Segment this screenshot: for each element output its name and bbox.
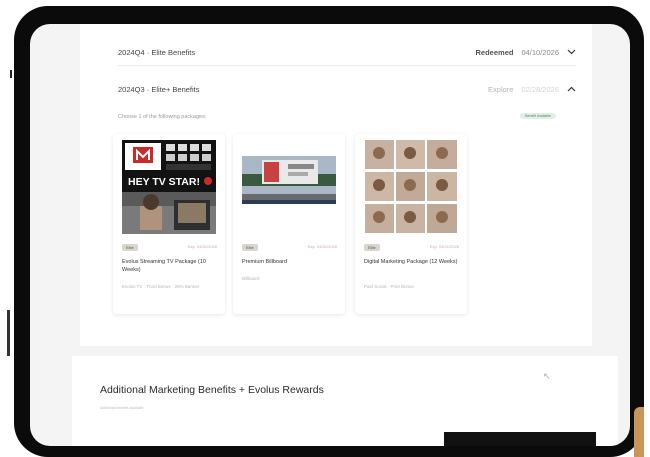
package-expiry: Exp. 03/31/2026 <box>429 244 459 249</box>
explore-date: 02/28/2026 <box>521 84 559 94</box>
benefit-badge: Benefit Available <box>520 113 556 119</box>
benefit-row-2024q4[interactable]: 2024Q4 · Elite Benefits Redeemed 04/10/2… <box>118 40 576 66</box>
package-subtitle: Evolus TV · Third Bonus · 25% Banner <box>122 284 200 289</box>
promo-tile[interactable] <box>444 432 596 446</box>
package-expiry: Exp. 03/31/2026 <box>187 244 217 249</box>
chevron-up-icon[interactable] <box>567 85 576 94</box>
benefit-row-label: 2024Q4 · Elite Benefits <box>118 48 196 57</box>
device-screen: 2024Q4 · Elite Benefits Redeemed 04/10/2… <box>30 24 630 446</box>
additional-benefits-subtitle: Additional benefits available <box>100 406 144 410</box>
package-tag: Elite <box>122 244 138 251</box>
benefit-row-2024q3[interactable]: 2024Q3 · Elite+ Benefits Explore 02/28/2… <box>118 76 576 102</box>
chevron-down-icon[interactable] <box>567 48 576 57</box>
additional-benefits-card: Additional Marketing Benefits + Evolus R… <box>72 356 618 446</box>
stray-mark <box>10 70 12 78</box>
explore-label: Explore <box>488 84 514 94</box>
streaming-tv-image: HEY TV STAR! <box>122 140 216 234</box>
benefits-card: 2024Q4 · Elite Benefits Redeemed 04/10/2… <box>80 24 592 346</box>
stray-bar <box>7 310 10 356</box>
redeemed-label: Redeemed <box>475 48 514 57</box>
package-tag: Elite <box>364 244 380 251</box>
package-card-streaming-tv[interactable]: HEY TV STAR! Elite Exp. 03/31/2026 Evolu… <box>113 134 225 314</box>
redeemed-date: 04/10/2026 <box>521 48 559 57</box>
package-tag: Elite <box>242 244 258 251</box>
tv-graphic-text: HEY TV STAR! <box>128 176 200 188</box>
package-expiry: Exp. 03/31/2026 <box>307 244 337 249</box>
package-subtitle: Paid Social · Print Bonus <box>364 284 414 289</box>
package-card-digital-marketing[interactable]: Elite Exp. 03/31/2026 Digital Marketing … <box>355 134 467 314</box>
benefit-row-label: 2024Q3 · Elite+ Benefits <box>118 84 200 94</box>
package-subtitle: Billboard <box>242 276 260 281</box>
choose-package-text: Choose 1 of the following packages: <box>118 114 207 120</box>
package-card-billboard[interactable]: Elite Exp. 03/31/2026 Premium Billboard … <box>233 134 345 314</box>
cursor-icon: ↖ <box>543 371 551 381</box>
package-title: Evolus Streaming TV Package (10 Weeks) <box>122 259 206 273</box>
package-title: Premium Billboard <box>242 259 287 265</box>
billboard-image <box>242 140 336 234</box>
package-title: Digital Marketing Package (12 Weeks) <box>364 259 458 265</box>
digital-marketing-image <box>364 140 458 234</box>
additional-benefits-title: Additional Marketing Benefits + Evolus R… <box>100 384 324 396</box>
corner-accent <box>634 407 644 457</box>
